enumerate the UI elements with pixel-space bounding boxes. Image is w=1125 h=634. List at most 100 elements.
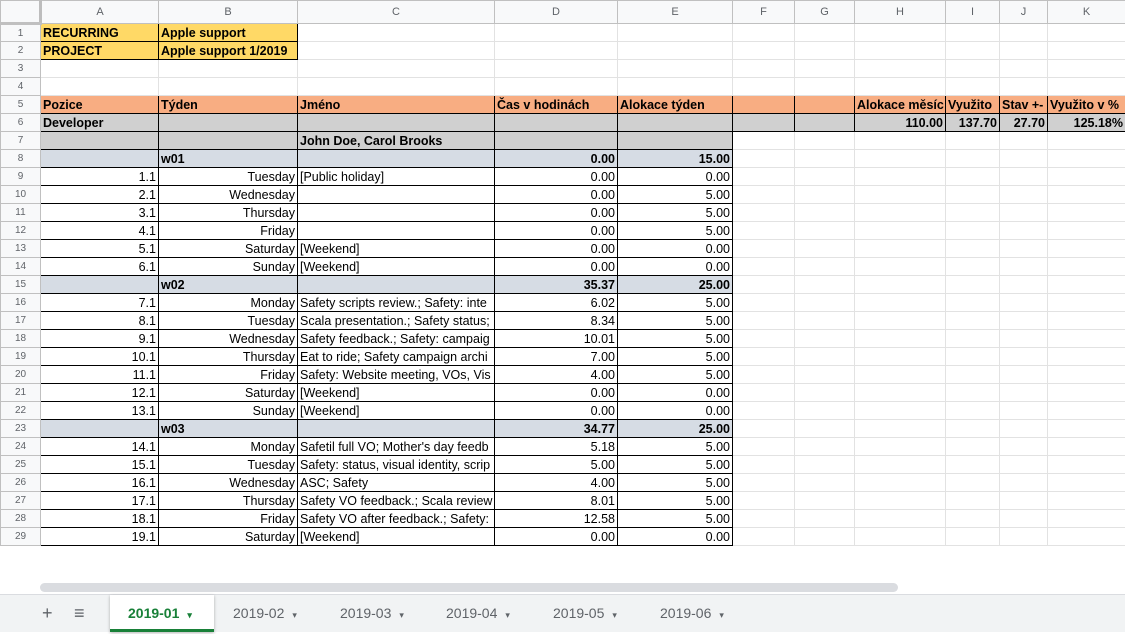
cell-e5[interactable]: Alokace týden xyxy=(618,96,733,114)
cell-g28[interactable] xyxy=(795,510,855,528)
cell-e24[interactable]: 5.00 xyxy=(618,438,733,456)
cell-f26[interactable] xyxy=(733,474,795,492)
cell-e21[interactable]: 0.00 xyxy=(618,384,733,402)
cell-f27[interactable] xyxy=(733,492,795,510)
cell-k17[interactable] xyxy=(1048,312,1125,330)
cell-k24[interactable] xyxy=(1048,438,1125,456)
cell-e16[interactable]: 5.00 xyxy=(618,294,733,312)
cell-h21[interactable] xyxy=(855,384,946,402)
cell-a17[interactable]: 8.1 xyxy=(41,312,159,330)
cell-d20[interactable]: 4.00 xyxy=(495,366,618,384)
cell-e8[interactable]: 15.00 xyxy=(618,150,733,168)
cell-c21[interactable]: [Weekend] xyxy=(298,384,495,402)
cell-d14[interactable]: 0.00 xyxy=(495,258,618,276)
cell-i4[interactable] xyxy=(946,78,1000,96)
cell-g24[interactable] xyxy=(795,438,855,456)
cell-k12[interactable] xyxy=(1048,222,1125,240)
cell-i3[interactable] xyxy=(946,60,1000,78)
cell-b1[interactable]: Apple support xyxy=(159,24,298,42)
cell-e18[interactable]: 5.00 xyxy=(618,330,733,348)
cell-i9[interactable] xyxy=(946,168,1000,186)
row-header-20[interactable]: 20 xyxy=(1,366,41,384)
cell-j28[interactable] xyxy=(1000,510,1048,528)
cell-j26[interactable] xyxy=(1000,474,1048,492)
cell-b26[interactable]: Wednesday xyxy=(159,474,298,492)
cell-g9[interactable] xyxy=(795,168,855,186)
cell-c24[interactable]: Safetil full VO; Mother's day feedb xyxy=(298,438,495,456)
cell-i20[interactable] xyxy=(946,366,1000,384)
cell-i1[interactable] xyxy=(946,24,1000,42)
cell-i2[interactable] xyxy=(946,42,1000,60)
cell-b2[interactable]: Apple support 1/2019 xyxy=(159,42,298,60)
cell-i23[interactable] xyxy=(946,420,1000,438)
cell-a16[interactable]: 7.1 xyxy=(41,294,159,312)
cell-d19[interactable]: 7.00 xyxy=(495,348,618,366)
cell-g19[interactable] xyxy=(795,348,855,366)
cell-i18[interactable] xyxy=(946,330,1000,348)
cell-g20[interactable] xyxy=(795,366,855,384)
cell-c11[interactable] xyxy=(298,204,495,222)
cell-b25[interactable]: Tuesday xyxy=(159,456,298,474)
cell-a20[interactable]: 11.1 xyxy=(41,366,159,384)
cell-e9[interactable]: 0.00 xyxy=(618,168,733,186)
cell-j9[interactable] xyxy=(1000,168,1048,186)
row-header-17[interactable]: 17 xyxy=(1,312,41,330)
row-header-23[interactable]: 23 xyxy=(1,420,41,438)
row-header-7[interactable]: 7 xyxy=(1,132,41,150)
cell-c14[interactable]: [Weekend] xyxy=(298,258,495,276)
cell-d17[interactable]: 8.34 xyxy=(495,312,618,330)
cell-h7[interactable] xyxy=(855,132,946,150)
cell-e20[interactable]: 5.00 xyxy=(618,366,733,384)
cell-e26[interactable]: 5.00 xyxy=(618,474,733,492)
cell-g6[interactable] xyxy=(795,114,855,132)
cell-i24[interactable] xyxy=(946,438,1000,456)
cell-a22[interactable]: 13.1 xyxy=(41,402,159,420)
cell-j14[interactable] xyxy=(1000,258,1048,276)
cell-j10[interactable] xyxy=(1000,186,1048,204)
cell-b12[interactable]: Friday xyxy=(159,222,298,240)
cell-h9[interactable] xyxy=(855,168,946,186)
cell-c23[interactable] xyxy=(298,420,495,438)
cell-d28[interactable]: 12.58 xyxy=(495,510,618,528)
row-header-18[interactable]: 18 xyxy=(1,330,41,348)
cell-a5[interactable]: Pozice xyxy=(41,96,159,114)
cell-k20[interactable] xyxy=(1048,366,1125,384)
cell-f25[interactable] xyxy=(733,456,795,474)
cell-j18[interactable] xyxy=(1000,330,1048,348)
cell-b10[interactable]: Wednesday xyxy=(159,186,298,204)
row-header-5[interactable]: 5 xyxy=(1,96,41,114)
cell-k22[interactable] xyxy=(1048,402,1125,420)
cell-f29[interactable] xyxy=(733,528,795,546)
cell-b17[interactable]: Tuesday xyxy=(159,312,298,330)
cell-f19[interactable] xyxy=(733,348,795,366)
cell-c26[interactable]: ASC; Safety xyxy=(298,474,495,492)
cell-c5[interactable]: Jméno xyxy=(298,96,495,114)
cell-k16[interactable] xyxy=(1048,294,1125,312)
cell-a14[interactable]: 6.1 xyxy=(41,258,159,276)
cell-k26[interactable] xyxy=(1048,474,1125,492)
cell-i13[interactable] xyxy=(946,240,1000,258)
cell-h19[interactable] xyxy=(855,348,946,366)
cell-h12[interactable] xyxy=(855,222,946,240)
cell-e6[interactable] xyxy=(618,114,733,132)
cell-g8[interactable] xyxy=(795,150,855,168)
cell-b8[interactable]: w01 xyxy=(159,150,298,168)
cell-c6[interactable] xyxy=(298,114,495,132)
cell-k1[interactable] xyxy=(1048,24,1125,42)
cell-h15[interactable] xyxy=(855,276,946,294)
cell-d2[interactable] xyxy=(495,42,618,60)
cell-b15[interactable]: w02 xyxy=(159,276,298,294)
row-header-3[interactable]: 3 xyxy=(1,60,41,78)
cell-e28[interactable]: 5.00 xyxy=(618,510,733,528)
cell-f13[interactable] xyxy=(733,240,795,258)
cell-f10[interactable] xyxy=(733,186,795,204)
cell-b3[interactable] xyxy=(159,60,298,78)
cell-c17[interactable]: Scala presentation.; Safety status; xyxy=(298,312,495,330)
cell-k5[interactable]: Využito v % xyxy=(1048,96,1125,114)
cell-h25[interactable] xyxy=(855,456,946,474)
cell-c18[interactable]: Safety feedback.; Safety: campaig xyxy=(298,330,495,348)
cell-c1[interactable] xyxy=(298,24,495,42)
cell-a15[interactable] xyxy=(41,276,159,294)
cell-j8[interactable] xyxy=(1000,150,1048,168)
cell-k8[interactable] xyxy=(1048,150,1125,168)
